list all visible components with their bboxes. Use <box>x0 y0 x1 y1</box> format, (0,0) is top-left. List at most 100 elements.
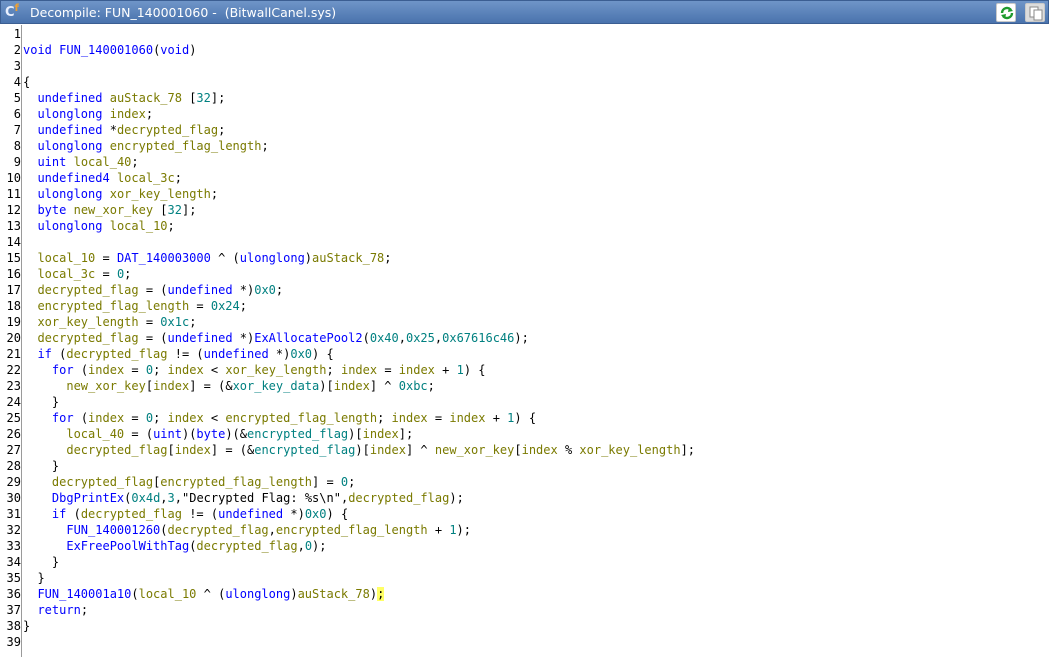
code-token[interactable]: } <box>23 619 30 633</box>
code-token[interactable]: DAT_140003000 <box>117 251 211 265</box>
refresh-button[interactable] <box>996 3 1016 22</box>
code-token[interactable]: 0x40 <box>370 331 399 345</box>
code-token[interactable]: ]; <box>399 427 413 441</box>
code-token[interactable]: encrypted_flag_length <box>110 139 262 153</box>
code-token[interactable] <box>23 427 66 441</box>
code-token[interactable]: ; <box>377 587 385 601</box>
code-text[interactable]: for (index = 0; index < encrypted_flag_l… <box>23 410 536 426</box>
code-text[interactable]: new_xor_key[index] = (&xor_key_data)[ind… <box>23 378 435 394</box>
code-line[interactable]: 19 xor_key_length = 0x1c; <box>0 314 1051 330</box>
code-token[interactable]: ; <box>175 171 182 185</box>
code-token[interactable]: < <box>204 363 226 377</box>
code-text[interactable]: } <box>23 618 30 634</box>
code-token[interactable] <box>102 139 109 153</box>
code-token[interactable]: uint <box>37 155 66 169</box>
code-token[interactable]: = <box>139 315 161 329</box>
code-line[interactable]: 29 decrypted_flag[encrypted_flag_length]… <box>0 474 1051 490</box>
code-token[interactable]: 0x0 <box>305 507 327 521</box>
code-line[interactable]: 32 FUN_140001260(decrypted_flag,encrypte… <box>0 522 1051 538</box>
code-token[interactable]: 0x4d <box>131 491 160 505</box>
code-token[interactable] <box>23 315 37 329</box>
code-text[interactable]: ulonglong index; <box>23 106 153 122</box>
code-token[interactable]: )( <box>182 427 196 441</box>
code-text[interactable]: ulonglong xor_key_length; <box>23 186 218 202</box>
code-token[interactable]: if <box>37 347 51 361</box>
code-token[interactable] <box>23 299 37 313</box>
code-token[interactable] <box>23 187 37 201</box>
code-token[interactable]: ( <box>74 363 88 377</box>
code-token[interactable] <box>23 155 37 169</box>
code-token[interactable]: } <box>52 555 59 569</box>
code-token[interactable]: auStack_78 <box>298 587 370 601</box>
code-token[interactable]: auStack_78 <box>312 251 384 265</box>
code-token[interactable]: = <box>189 299 211 313</box>
code-token[interactable]: ; <box>153 411 167 425</box>
code-text[interactable]: FUN_140001a10(local_10 ^ (ulonglong)auSt… <box>23 586 385 602</box>
code-token[interactable]: new_xor_key <box>435 443 514 457</box>
code-line[interactable]: 5 undefined auStack_78 [32]; <box>0 90 1051 106</box>
code-line[interactable]: 34 } <box>0 554 1051 570</box>
code-token[interactable]: ; <box>276 283 283 297</box>
code-token[interactable]: xor_key_length <box>225 363 326 377</box>
code-token[interactable]: FUN_140001260 <box>66 523 160 537</box>
code-token[interactable]: undefined <box>218 507 283 521</box>
code-line[interactable]: 30 DbgPrintEx(0x4d,3,"Decrypted Flag: %s… <box>0 490 1051 506</box>
code-token[interactable]: ( <box>52 347 66 361</box>
code-token[interactable]: ; <box>348 475 355 489</box>
code-text[interactable]: } <box>23 554 59 570</box>
code-text[interactable]: void FUN_140001060(void) <box>23 42 196 58</box>
code-token[interactable]: ; <box>131 155 138 169</box>
code-line[interactable]: 14 <box>0 234 1051 250</box>
code-token[interactable] <box>23 251 37 265</box>
code-token[interactable] <box>23 91 37 105</box>
code-token[interactable]: ) <box>290 587 297 601</box>
code-text[interactable]: DbgPrintEx(0x4d,3,"Decrypted Flag: %s\n"… <box>23 490 464 506</box>
code-token[interactable] <box>102 187 109 201</box>
code-line[interactable]: 4{ <box>0 74 1051 90</box>
code-token[interactable]: undefined <box>37 123 102 137</box>
code-token[interactable]: ] = (& <box>211 443 254 457</box>
code-token[interactable] <box>23 267 37 281</box>
code-token[interactable] <box>23 459 52 473</box>
code-token[interactable]: = <box>95 251 117 265</box>
code-token[interactable]: decrypted_flag <box>168 523 269 537</box>
code-token[interactable]: < <box>204 411 226 425</box>
code-line[interactable]: 15 local_10 = DAT_140003000 ^ (ulonglong… <box>0 250 1051 266</box>
code-token[interactable]: + <box>485 411 507 425</box>
code-token[interactable]: index <box>522 443 558 457</box>
code-token[interactable]: DbgPrintEx <box>52 491 124 505</box>
code-token[interactable]: ) { <box>514 411 536 425</box>
code-token[interactable]: uint <box>153 427 182 441</box>
code-text[interactable]: { <box>23 74 30 90</box>
code-token[interactable] <box>23 587 37 601</box>
code-token[interactable]: encrypted_flag_length <box>225 411 377 425</box>
code-token[interactable]: ( <box>74 411 88 425</box>
code-token[interactable]: [ <box>153 203 167 217</box>
code-token[interactable]: 1 <box>457 363 464 377</box>
code-line[interactable]: 22 for (index = 0; index < xor_key_lengt… <box>0 362 1051 378</box>
code-token[interactable] <box>102 91 109 105</box>
code-token[interactable]: ] ^ <box>406 443 435 457</box>
code-token[interactable]: index <box>370 443 406 457</box>
code-token[interactable]: ); <box>457 523 471 537</box>
code-token[interactable] <box>23 379 66 393</box>
code-token[interactable] <box>23 363 52 377</box>
code-line[interactable]: 16 local_3c = 0; <box>0 266 1051 282</box>
code-line[interactable]: 9 uint local_40; <box>0 154 1051 170</box>
code-line[interactable]: 36 FUN_140001a10(local_10 ^ (ulonglong)a… <box>0 586 1051 602</box>
code-token[interactable]: , <box>269 523 276 537</box>
code-token[interactable]: ; <box>146 107 153 121</box>
code-token[interactable]: for <box>52 363 74 377</box>
code-token[interactable]: encrypted_flag <box>254 443 355 457</box>
code-token[interactable]: ^ ( <box>196 587 226 601</box>
code-token[interactable]: index <box>399 363 435 377</box>
code-token[interactable]: , <box>175 491 182 505</box>
code-line[interactable]: 2 void FUN_140001060(void) <box>0 42 1051 58</box>
code-token[interactable]: ); <box>449 491 463 505</box>
code-token[interactable] <box>23 139 37 153</box>
code-token[interactable] <box>23 555 52 569</box>
code-token[interactable]: 0x0 <box>290 347 312 361</box>
code-token[interactable]: ; <box>189 315 196 329</box>
code-token[interactable] <box>23 219 37 233</box>
code-text[interactable]: xor_key_length = 0x1c; <box>23 314 196 330</box>
